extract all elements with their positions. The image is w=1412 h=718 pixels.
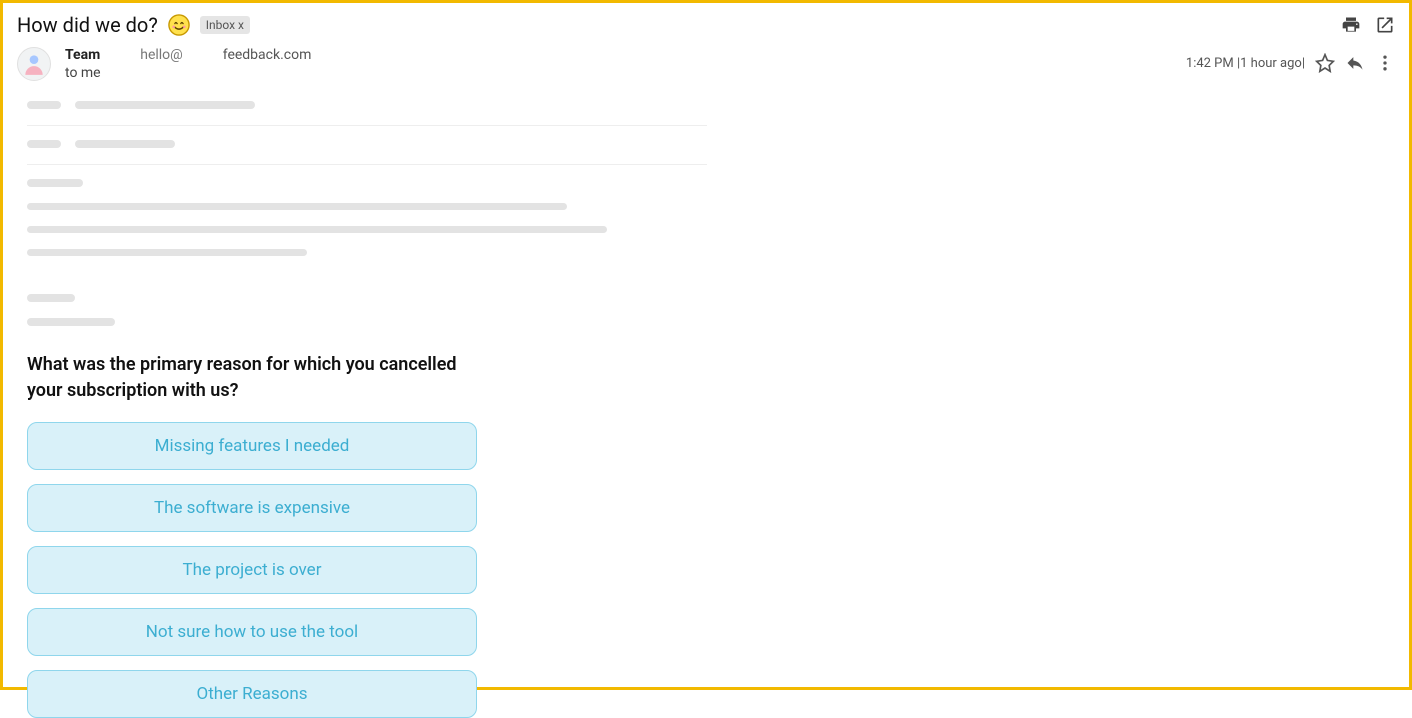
- timestamp: 1:42 PM |1 hour ago|: [1186, 56, 1305, 71]
- email-body: What was the primary reason for which yo…: [3, 91, 1409, 718]
- header-actions: [1341, 15, 1395, 35]
- inbox-label-chip[interactable]: Inbox x: [200, 16, 250, 34]
- sender-name: Team: [65, 47, 100, 63]
- more-menu-icon[interactable]: [1375, 53, 1395, 73]
- print-icon[interactable]: [1341, 15, 1361, 35]
- survey-option-other[interactable]: Other Reasons: [27, 670, 477, 718]
- subject-text: How did we do?: [17, 13, 158, 37]
- recipient-line[interactable]: to me: [65, 65, 311, 81]
- sender-avatar[interactable]: [17, 47, 51, 81]
- open-new-window-icon[interactable]: [1375, 15, 1395, 35]
- divider: [27, 125, 707, 126]
- placeholder-row: [27, 140, 1385, 148]
- star-icon[interactable]: [1315, 53, 1335, 73]
- smile-emoji-icon: [168, 14, 190, 36]
- sender-address-domain: feedback.com: [223, 47, 312, 63]
- sender-address-user: hello@: [140, 47, 183, 63]
- survey-options: Missing features I needed The software i…: [27, 422, 1385, 718]
- survey-question: What was the primary reason for which yo…: [27, 352, 487, 404]
- placeholder-row: [27, 226, 1385, 233]
- placeholder-row: [27, 249, 1385, 256]
- placeholder-row: [27, 318, 1385, 326]
- survey-option-expensive[interactable]: The software is expensive: [27, 484, 477, 532]
- survey-option-project-over[interactable]: The project is over: [27, 546, 477, 594]
- email-meta: Team hello@ feedback.com to me 1:42 PM |…: [3, 43, 1409, 91]
- reply-icon[interactable]: [1345, 53, 1365, 73]
- placeholder-row: [27, 294, 1385, 302]
- placeholder-row: [27, 203, 1385, 210]
- divider: [27, 164, 707, 165]
- placeholder-row: [27, 101, 1385, 109]
- survey-option-not-sure[interactable]: Not sure how to use the tool: [27, 608, 477, 656]
- survey-option-missing-features[interactable]: Missing features I needed: [27, 422, 477, 470]
- placeholder-row: [27, 179, 1385, 187]
- email-header: How did we do? Inbox x: [3, 3, 1409, 43]
